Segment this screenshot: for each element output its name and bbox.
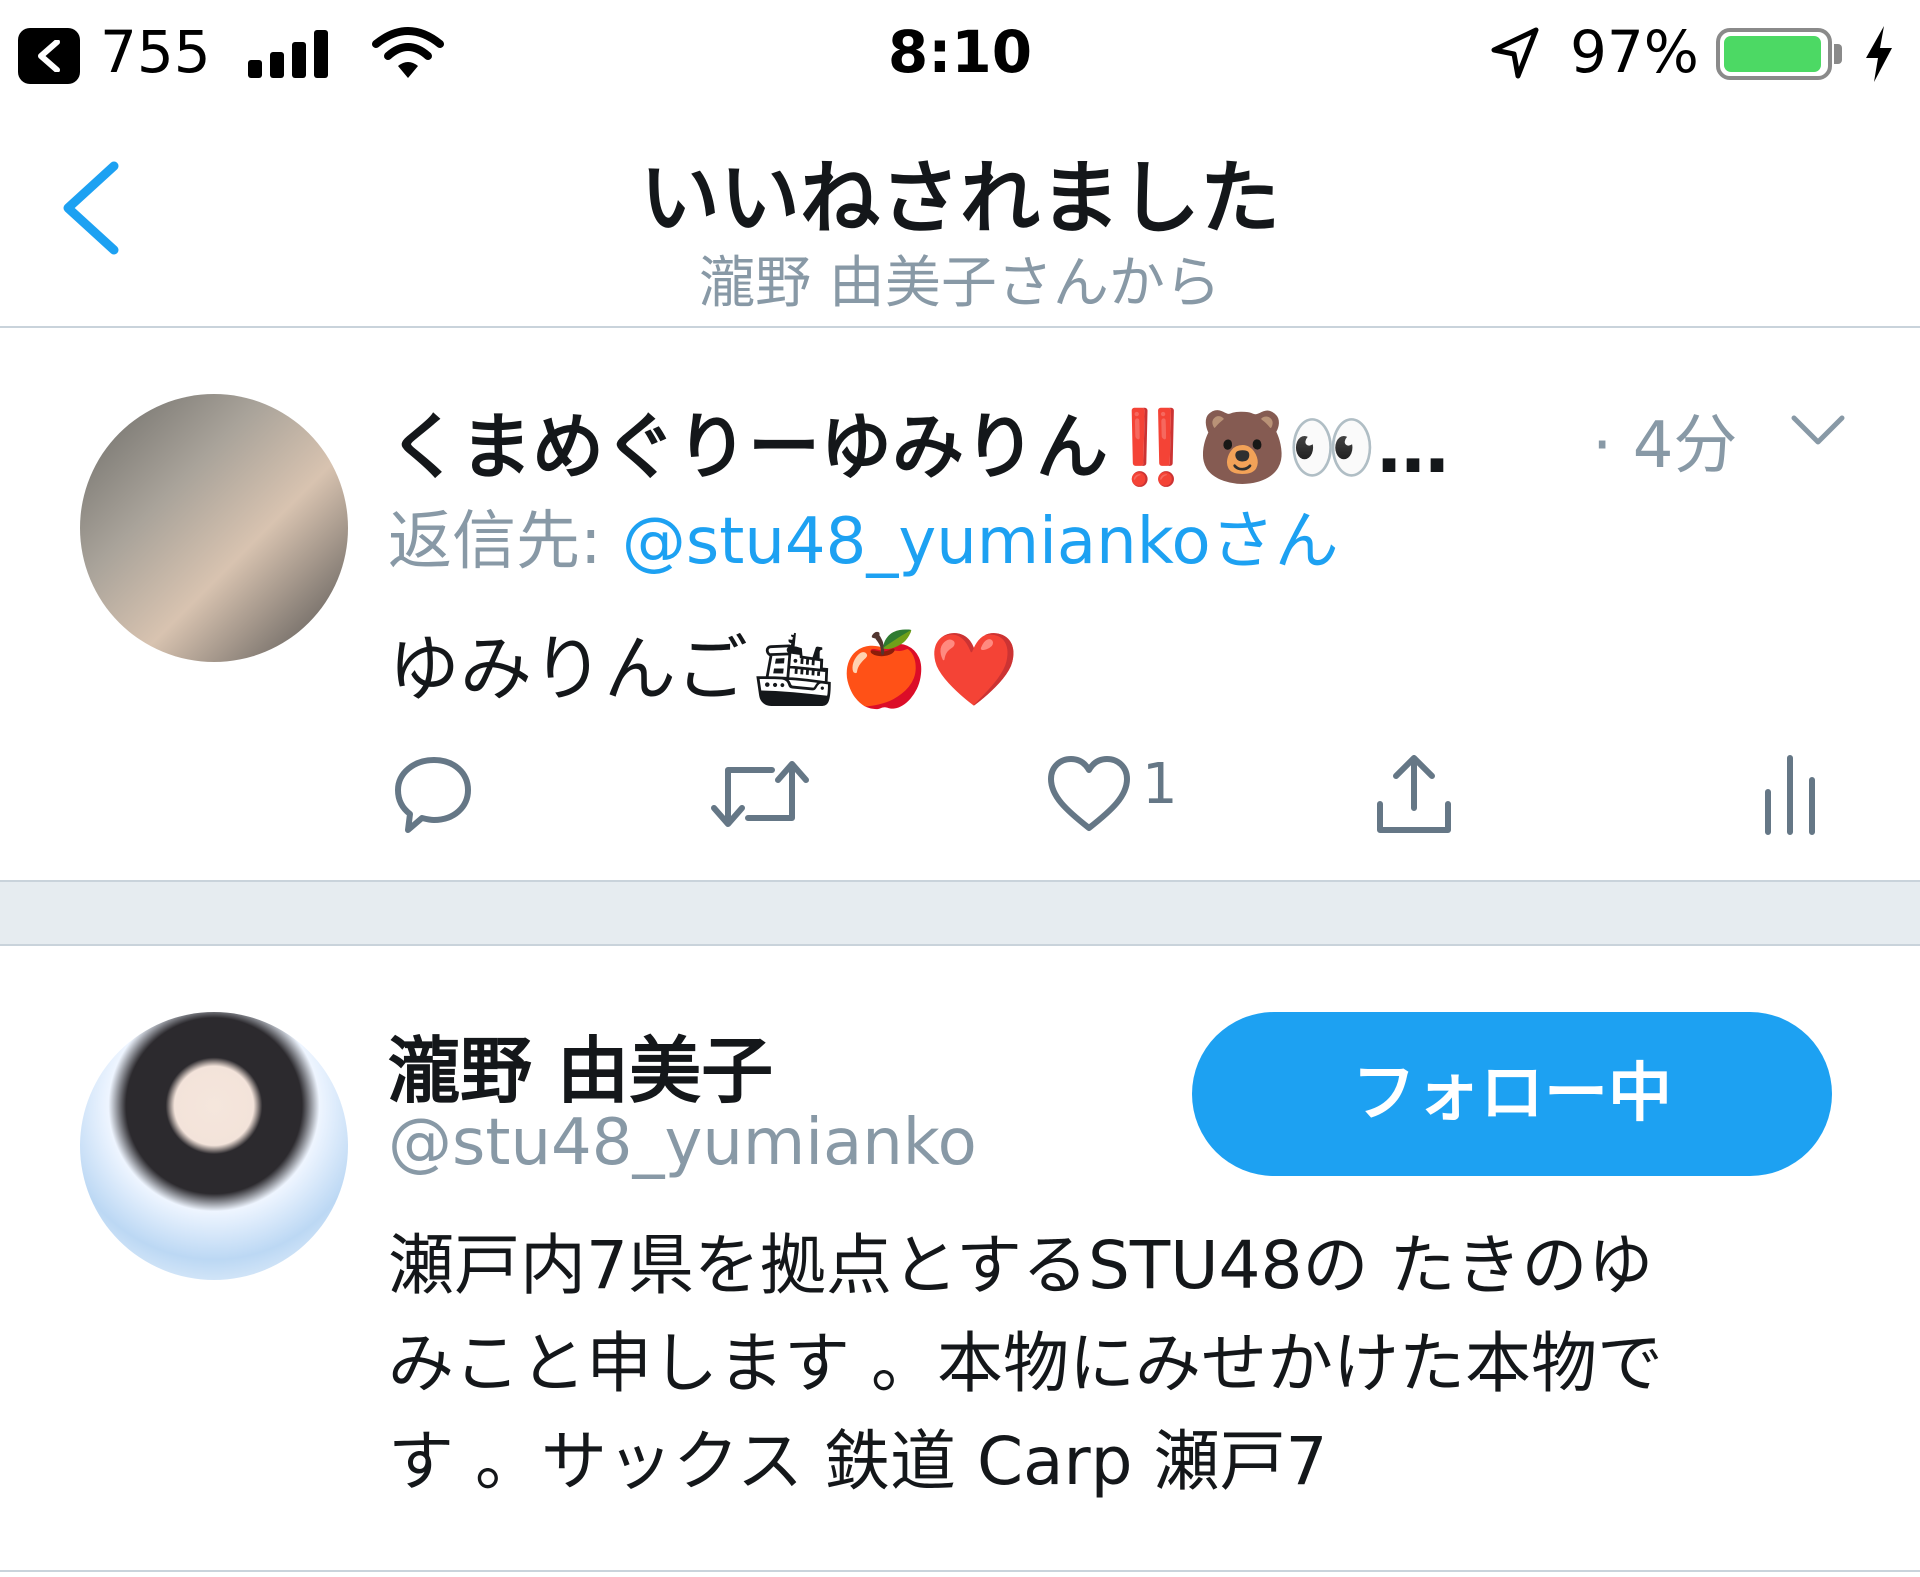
chevron-down-icon[interactable] bbox=[1790, 414, 1846, 446]
battery-tip bbox=[1834, 44, 1842, 64]
like-count: 1 bbox=[1142, 752, 1178, 817]
user-handle[interactable]: @stu48_yumianko bbox=[388, 1106, 977, 1180]
analytics-icon[interactable] bbox=[1762, 752, 1818, 836]
user-avatar[interactable] bbox=[80, 1012, 348, 1280]
reply-mention-link[interactable]: @stu48_yumiankoさん bbox=[622, 505, 1339, 579]
status-bar: 755 8:10 97% bbox=[0, 0, 1920, 110]
battery-percent: 97% bbox=[1570, 18, 1699, 86]
retweet-icon[interactable] bbox=[710, 752, 810, 836]
battery-level-fill bbox=[1724, 36, 1821, 72]
card-bottom-divider bbox=[0, 1570, 1920, 1572]
following-button[interactable]: フォロー中 bbox=[1192, 1012, 1832, 1176]
tweet-text: ゆみりんご🛳🍎❤️ bbox=[388, 627, 1019, 711]
page-title: いいねされました bbox=[640, 152, 1280, 245]
tweet-timestamp: · 4分 bbox=[1592, 409, 1738, 483]
charging-bolt-icon bbox=[1866, 26, 1892, 82]
reply-context: 返信先: @stu48_yumiankoさん bbox=[388, 490, 1339, 582]
tweet-author-name[interactable]: くまめぐりーゆみりん‼️🐻👀… bbox=[388, 388, 1449, 493]
reply-prefix: 返信先: bbox=[388, 505, 622, 579]
section-separator bbox=[0, 880, 1920, 946]
user-bio-line: す 。サックス 鉄道 Carp 瀬戸7 bbox=[388, 1423, 1328, 1500]
header-divider bbox=[0, 326, 1920, 328]
share-icon[interactable] bbox=[1372, 752, 1456, 836]
battery-icon bbox=[1716, 28, 1832, 80]
like-heart-icon[interactable] bbox=[1046, 752, 1132, 836]
location-arrow-icon bbox=[1491, 27, 1539, 79]
user-bio-line: 瀬戸内7県を拠点とするSTU48の たきのゆ bbox=[388, 1227, 1654, 1304]
page-subtitle: 瀧野 由美子さんから bbox=[699, 251, 1221, 316]
tweet-author-avatar[interactable] bbox=[80, 394, 348, 662]
reply-icon[interactable] bbox=[392, 752, 476, 836]
user-display-name[interactable]: 瀧野 由美子 bbox=[388, 1012, 773, 1117]
user-bio-line: みこと申します 。本物にみせかけた本物で bbox=[388, 1325, 1663, 1402]
